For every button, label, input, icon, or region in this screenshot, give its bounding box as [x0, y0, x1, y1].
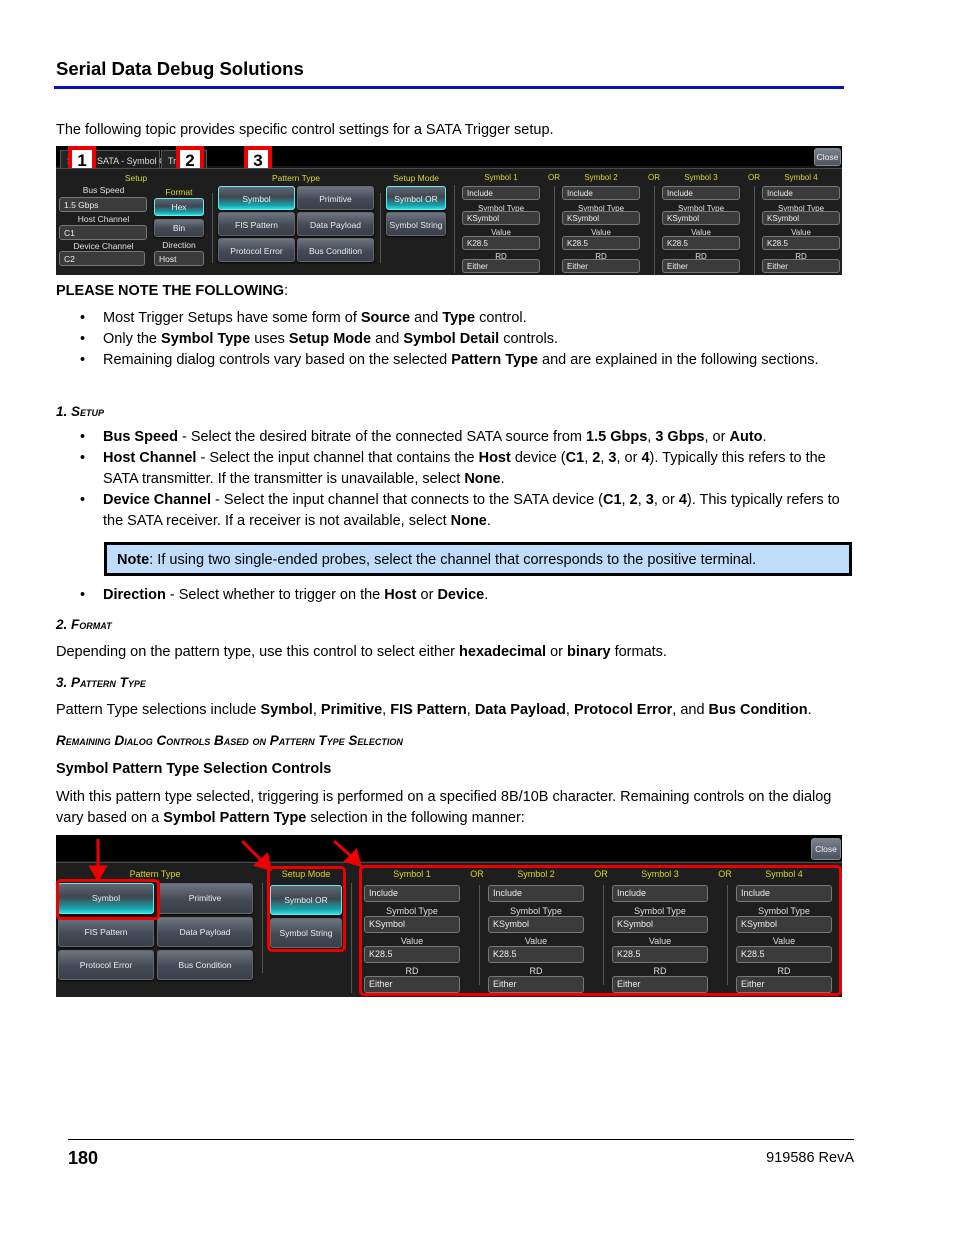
- dialog-body: Setup Bus Speed 1.5 Gbps Host Channel C1…: [56, 168, 842, 275]
- format-heading: Format: [165, 187, 193, 197]
- arrowhead-icon: [88, 865, 108, 882]
- direction-field[interactable]: Host: [154, 251, 204, 266]
- host-channel-label: Host Channel: [77, 214, 130, 224]
- bus-speed-label: Bus Speed: [82, 185, 125, 195]
- symbol-type-field[interactable]: KSymbol: [462, 211, 540, 225]
- host-channel-field[interactable]: C1: [59, 225, 147, 240]
- symbol-type-field[interactable]: KSymbol: [662, 211, 740, 225]
- divider: [351, 883, 352, 993]
- pattern-data-payload-button[interactable]: Data Payload: [297, 212, 374, 236]
- notes-list: Most Trigger Setups have some form of So…: [80, 308, 840, 371]
- arrow-icon: [240, 839, 264, 863]
- format-hex-button[interactable]: Hex: [154, 198, 204, 216]
- pattern-primitive-button[interactable]: Primitive: [297, 186, 374, 210]
- pattern-type-paragraph: Pattern Type selections include Symbol, …: [56, 702, 812, 718]
- symbol-include-field[interactable]: Include: [662, 186, 740, 200]
- symbol-include-field[interactable]: Include: [562, 186, 640, 200]
- page-number: 180: [68, 1148, 99, 1168]
- pattern-protocol-error-button[interactable]: Protocol Error: [58, 950, 154, 980]
- pattern-protocol-error-button[interactable]: Protocol Error: [218, 238, 295, 262]
- direction-item: Direction - Select whether to trigger on…: [80, 585, 840, 606]
- host-channel-item: Host Channel - Select the input channel …: [80, 448, 840, 490]
- note-box: Note: If using two single-ended probes, …: [104, 542, 852, 576]
- bus-speed-item: Bus Speed - Select the desired bitrate o…: [80, 427, 840, 448]
- symbol-heading: Symbol 4: [784, 173, 818, 182]
- bus-speed-field[interactable]: 1.5 Gbps: [59, 197, 147, 212]
- setup-mode-symbol-string-button[interactable]: Symbol String: [386, 212, 446, 236]
- or-label: OR: [548, 173, 560, 182]
- footer-rule: [68, 1139, 854, 1140]
- notes-item: Most Trigger Setups have some form of So…: [80, 308, 840, 329]
- close-button[interactable]: Close: [814, 148, 841, 166]
- document-revision: 919586 RevA: [766, 1150, 854, 1166]
- pattern-fis-pattern-button[interactable]: FIS Pattern: [218, 212, 295, 236]
- divider: [554, 186, 555, 275]
- symbol-heading: Symbol 2: [584, 173, 618, 182]
- notes-item: Only the Symbol Type uses Setup Mode and…: [80, 329, 840, 350]
- symbol-pattern-paragraph: With this pattern type selected, trigger…: [56, 789, 832, 826]
- pattern-type-heading: Pattern Type: [271, 173, 321, 183]
- header-rule: [54, 86, 844, 89]
- symbol-rd-field[interactable]: Either: [662, 259, 740, 273]
- intro-paragraph: The following topic provides specific co…: [56, 122, 554, 138]
- or-label: OR: [648, 173, 660, 182]
- page-header-title: Serial Data Debug Solutions: [56, 58, 304, 79]
- setup-mode-symbol-or-button[interactable]: Symbol OR: [386, 186, 446, 210]
- symbol-heading: Symbol 1: [484, 173, 518, 182]
- notes-item: Remaining dialog controls vary based on …: [80, 350, 840, 371]
- divider: [212, 193, 213, 263]
- setup-mode-heading: Setup Mode: [393, 173, 439, 183]
- symbol-value-field[interactable]: K28.5: [662, 236, 740, 250]
- divider: [380, 193, 381, 263]
- section-setup-heading: 1. Setup: [56, 404, 105, 419]
- direction-list: Direction - Select whether to trigger on…: [80, 585, 840, 606]
- section-remaining-heading: Remaining Dialog Controls Based on Patte…: [56, 733, 403, 748]
- pattern-fis-pattern-button[interactable]: FIS Pattern: [58, 917, 154, 947]
- setup-heading: Setup: [124, 173, 148, 183]
- symbol-value-field[interactable]: K28.5: [762, 236, 840, 250]
- highlight-symbol-button: [56, 879, 160, 920]
- device-channel-item: Device Channel - Select the input channe…: [80, 490, 840, 532]
- symbol-value-field[interactable]: K28.5: [562, 236, 640, 250]
- symbol-rd-field[interactable]: Either: [762, 259, 840, 273]
- device-channel-field[interactable]: C2: [59, 251, 145, 266]
- arrow-icon: [333, 839, 353, 859]
- symbol-include-field[interactable]: Include: [762, 186, 840, 200]
- symbol-pattern-dialog-screenshot: Close Pattern Type Symbol Primitive FIS …: [56, 835, 842, 997]
- symbol-rd-field[interactable]: Either: [562, 259, 640, 273]
- symbol-include-field[interactable]: Include: [462, 186, 540, 200]
- divider: [654, 186, 655, 275]
- section-pattern-type-heading: 3. Pattern Type: [56, 675, 146, 690]
- callout-arrows: [88, 839, 363, 882]
- symbol-value-field[interactable]: K28.5: [462, 236, 540, 250]
- pattern-bus-condition-button[interactable]: Bus Condition: [297, 238, 374, 262]
- divider: [454, 185, 455, 273]
- symbol-type-field[interactable]: KSymbol: [762, 211, 840, 225]
- symbol-type-field[interactable]: KSymbol: [562, 211, 640, 225]
- device-channel-label: Device Channel: [73, 241, 134, 251]
- or-label: OR: [748, 173, 760, 182]
- section-format-heading: 2. Format: [56, 617, 112, 632]
- symbol-heading: Symbol 3: [684, 173, 718, 182]
- pattern-primitive-button[interactable]: Primitive: [157, 883, 253, 914]
- symbol-rd-field[interactable]: Either: [462, 259, 540, 273]
- format-paragraph: Depending on the pattern type, use this …: [56, 644, 667, 660]
- notes-heading: PLEASE NOTE THE FOLLOWING:: [56, 283, 289, 299]
- pattern-data-payload-button[interactable]: Data Payload: [157, 917, 253, 947]
- format-bin-button[interactable]: Bin: [154, 219, 204, 237]
- divider: [754, 186, 755, 275]
- pattern-symbol-button[interactable]: Symbol: [218, 186, 295, 210]
- sata-trigger-dialog-screenshot: S SATA - Symbol OR Tri 1 2 3 Close Setup…: [56, 146, 842, 275]
- symbol-pattern-subheading: Symbol Pattern Type Selection Controls: [56, 761, 332, 777]
- pattern-bus-condition-button[interactable]: Bus Condition: [157, 950, 253, 980]
- divider: [262, 883, 263, 973]
- setup-list: Bus Speed - Select the desired bitrate o…: [80, 427, 840, 532]
- direction-label: Direction: [162, 240, 196, 250]
